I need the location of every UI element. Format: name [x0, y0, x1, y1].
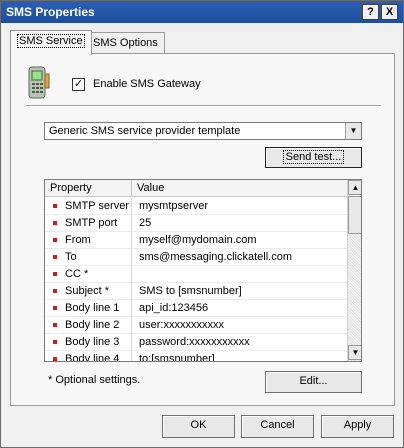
table-row[interactable]: Body line 2 user:xxxxxxxxxxx [45, 317, 347, 334]
column-divider[interactable] [131, 180, 132, 197]
tab-sms-options[interactable]: SMS Options [86, 32, 165, 53]
table-row[interactable]: Body line 1 api_id:123456 [45, 300, 347, 317]
row-divider [131, 283, 132, 300]
property-name: From [65, 234, 91, 246]
separator [26, 105, 381, 107]
bullet-icon [53, 255, 57, 259]
row-divider [131, 249, 132, 266]
property-value: 25 [139, 217, 152, 229]
property-name: SMTP port [65, 217, 118, 229]
send-test-label: Send test... [282, 150, 345, 164]
row-divider [131, 215, 132, 232]
property-name: Body line 4 [65, 353, 120, 362]
close-icon[interactable]: X [381, 4, 398, 20]
title-bar[interactable]: SMS Properties ? X [1, 1, 403, 23]
bullet-icon [53, 323, 57, 327]
ok-button[interactable]: OK [162, 415, 235, 438]
tab-sms-service[interactable]: SMS Service [10, 30, 92, 55]
property-name: Body line 2 [65, 319, 120, 331]
row-divider [131, 232, 132, 249]
bullet-icon [53, 238, 57, 242]
template-select-value: Generic SMS service provider template [49, 125, 241, 137]
bullet-icon [53, 204, 57, 208]
grid-rows: SMTP server mysmtpserver SMTP port 25 Fr… [45, 198, 347, 362]
bullet-icon [53, 306, 57, 310]
bullet-icon [53, 289, 57, 293]
column-header-value[interactable]: Value [137, 182, 164, 194]
property-value: sms@messaging.clickatell.com [139, 251, 292, 263]
bullet-icon [53, 357, 57, 361]
property-grid[interactable]: Property Value SMTP server mysmtpserver … [44, 179, 362, 362]
scroll-down-icon[interactable]: ▼ [348, 345, 361, 360]
property-value: api_id:123456 [139, 302, 209, 314]
property-value: user:xxxxxxxxxxx [139, 319, 224, 331]
grid-header: Property Value [45, 180, 347, 197]
table-row[interactable]: SMTP server mysmtpserver [45, 198, 347, 215]
table-row[interactable]: From myself@mydomain.com [45, 232, 347, 249]
scroll-up-icon[interactable]: ▲ [348, 180, 361, 195]
table-row[interactable]: Subject * SMS to [smsnumber] [45, 283, 347, 300]
property-value: password:xxxxxxxxxxx [139, 336, 250, 348]
table-row[interactable]: Body line 3 password:xxxxxxxxxxx [45, 334, 347, 351]
property-name: Body line 1 [65, 302, 120, 314]
property-value: to:[smsnumber] [139, 353, 215, 362]
cancel-button[interactable]: Cancel [241, 415, 314, 438]
edit-button[interactable]: Edit... [265, 371, 362, 393]
property-name: CC * [65, 268, 89, 280]
tab-sms-options-label: SMS Options [93, 37, 158, 49]
template-select[interactable]: Generic SMS service provider template ▼ [44, 122, 362, 140]
sms-properties-dialog: SMS Properties ? X SMS Service SMS Optio… [0, 0, 404, 448]
enable-sms-gateway-checkbox[interactable]: ✓ [72, 78, 85, 91]
bullet-icon [53, 272, 57, 276]
property-name: Subject * [65, 285, 110, 297]
property-name: Body line 3 [65, 336, 120, 348]
tab-sms-service-label: SMS Service [17, 34, 85, 48]
optional-settings-note: * Optional settings. [48, 374, 141, 386]
help-icon[interactable]: ? [362, 4, 379, 20]
bullet-icon [53, 221, 57, 225]
property-name: To [65, 251, 77, 263]
scrollbar-thumb[interactable] [348, 196, 361, 234]
bullet-icon [53, 340, 57, 344]
enable-sms-gateway-label[interactable]: Enable SMS Gateway [93, 78, 201, 90]
property-value: SMS to [smsnumber] [139, 285, 242, 297]
property-name: SMTP server [65, 200, 129, 212]
window-title: SMS Properties [6, 5, 95, 19]
mobile-phone-icon [28, 66, 50, 99]
column-header-property[interactable]: Property [50, 182, 92, 194]
row-divider [131, 317, 132, 334]
vertical-scrollbar[interactable]: ▲ ▼ [347, 180, 361, 361]
apply-button[interactable]: Apply [321, 415, 394, 438]
row-divider [131, 334, 132, 351]
table-row[interactable]: Body line 4 to:[smsnumber] [45, 351, 347, 362]
row-divider [131, 198, 132, 215]
table-row[interactable]: SMTP port 25 [45, 215, 347, 232]
row-divider [131, 300, 132, 317]
row-divider [131, 351, 132, 361]
row-divider [131, 266, 132, 283]
chevron-down-icon[interactable]: ▼ [345, 123, 361, 139]
send-test-button[interactable]: Send test... [265, 147, 362, 168]
table-row[interactable]: CC * [45, 266, 347, 283]
table-row[interactable]: To sms@messaging.clickatell.com [45, 249, 347, 266]
property-value: mysmtpserver [139, 200, 209, 212]
property-value: myself@mydomain.com [139, 234, 257, 246]
